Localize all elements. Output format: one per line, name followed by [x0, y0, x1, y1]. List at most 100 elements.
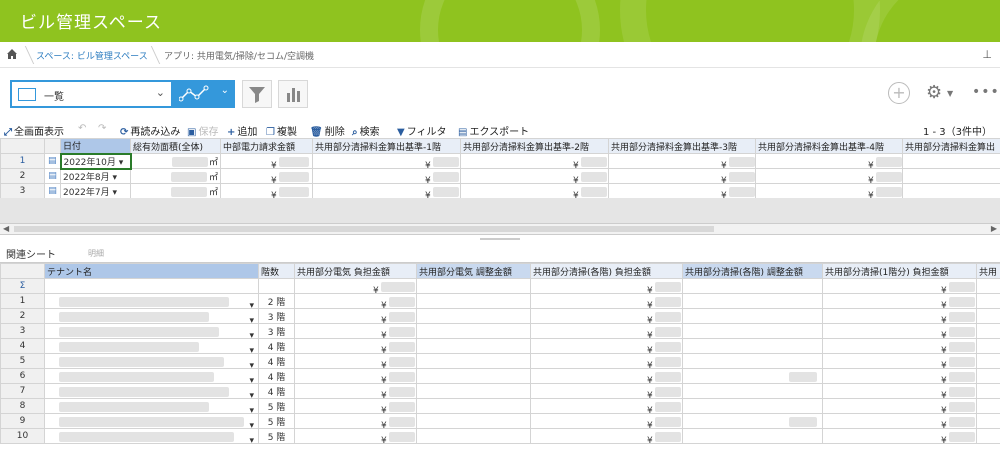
table-row[interactable]: 1 ▤ 2022年10月 ▾ ㎡ ¥ ¥ ¥ ¥ ¥	[0, 152, 1000, 170]
clean-3f-cell[interactable]: ¥	[608, 168, 756, 184]
add-button[interactable]: + 追加	[227, 123, 257, 138]
clean-1f-burden-cell[interactable]: ¥	[822, 308, 977, 324]
col-header-more[interactable]: 共用	[976, 263, 1000, 279]
table-row[interactable]: 1 ▾ 2 階 ¥ ¥ ¥	[0, 293, 1000, 309]
clean-each-burden-cell[interactable]: ¥	[530, 383, 683, 399]
col-header-elec-burden[interactable]: 共用部分電気 負担金額	[294, 263, 417, 279]
tenant-cell[interactable]: ▾	[44, 308, 259, 324]
elec-adjust-cell[interactable]	[416, 353, 531, 369]
area-cell[interactable]: ㎡	[130, 153, 221, 169]
clean-each-burden-cell[interactable]: ¥	[530, 323, 683, 339]
elec-adjust-cell[interactable]	[416, 308, 531, 324]
clean-each-burden-cell[interactable]: ¥	[530, 338, 683, 354]
clean-each-adjust-cell[interactable]	[682, 398, 823, 414]
elec-burden-cell[interactable]: ¥	[294, 353, 417, 369]
date-cell[interactable]: 2022年10月 ▾	[59, 152, 132, 170]
tenant-cell[interactable]: ▾	[44, 353, 259, 369]
filter-button[interactable]	[242, 80, 272, 108]
col-header-clean-each-adjust[interactable]: 共用部分清掃(各階) 調整金額	[682, 263, 823, 279]
table-row[interactable]: 10 ▾ 5 階 ¥ ¥ ¥	[0, 428, 1000, 444]
clean-each-adjust-cell[interactable]	[682, 368, 823, 384]
tenant-cell[interactable]: ▾	[44, 383, 259, 399]
elec-adjust-cell[interactable]	[416, 428, 531, 444]
clean-each-burden-cell[interactable]: ¥	[530, 293, 683, 309]
col-header-electric[interactable]: 中部電力請求金額	[220, 138, 313, 154]
clean-each-adjust-cell[interactable]	[682, 293, 823, 309]
elec-burden-cell[interactable]: ¥	[294, 383, 417, 399]
elec-burden-cell[interactable]: ¥	[294, 368, 417, 384]
clean-1f-burden-cell[interactable]: ¥	[822, 338, 977, 354]
col-header-clean-3f[interactable]: 共用部分清掃料金算出基準-3階	[608, 138, 756, 154]
undo-icon[interactable]: ↶	[78, 123, 86, 134]
clean-each-adjust-cell[interactable]	[682, 428, 823, 444]
elec-adjust-cell[interactable]	[416, 338, 531, 354]
search-button[interactable]: ⌕ 検索	[352, 123, 380, 138]
record-icon[interactable]: ▤	[44, 168, 61, 184]
col-header-floor[interactable]: 階数	[258, 263, 295, 279]
clean-each-burden-cell[interactable]: ¥	[530, 353, 683, 369]
date-cell[interactable]: 2022年8月 ▾	[60, 168, 131, 184]
col-header-clean-each-burden[interactable]: 共用部分清掃(各階) 負担金額	[530, 263, 683, 279]
clean-1f-cell[interactable]: ¥	[312, 153, 461, 169]
floor-cell[interactable]: 4 階	[258, 353, 295, 369]
elec-adjust-cell[interactable]	[416, 368, 531, 384]
floor-cell[interactable]: 3 階	[258, 323, 295, 339]
elec-burden-cell[interactable]: ¥	[294, 323, 417, 339]
floor-cell[interactable]: 5 階	[258, 398, 295, 414]
clean-3f-cell[interactable]: ¥	[608, 153, 756, 169]
clean-1f-burden-cell[interactable]: ¥	[822, 353, 977, 369]
floor-cell[interactable]: 4 階	[258, 338, 295, 354]
clean-more-cell[interactable]	[902, 183, 1000, 199]
clean-1f-burden-cell[interactable]: ¥	[822, 428, 977, 444]
record-icon[interactable]: ▤	[44, 183, 61, 199]
elec-burden-cell[interactable]: ¥	[294, 413, 417, 429]
tenant-cell[interactable]: ▾	[44, 428, 259, 444]
clean-1f-burden-cell[interactable]: ¥	[822, 293, 977, 309]
clean-4f-cell[interactable]: ¥	[755, 183, 903, 199]
clean-each-adjust-cell[interactable]	[682, 323, 823, 339]
export-button[interactable]: ▤ エクスポート	[458, 123, 529, 138]
col-header-area[interactable]: 総有効面積(全体)	[130, 138, 221, 154]
elec-adjust-cell[interactable]	[416, 398, 531, 414]
col-header-clean-more[interactable]: 共用部分清掃料金算出	[902, 138, 1000, 154]
clean-4f-cell[interactable]: ¥	[755, 168, 903, 184]
fullscreen-button[interactable]: ⤢ 全画面表示	[4, 123, 64, 138]
tenant-cell[interactable]: ▾	[44, 368, 259, 384]
clean-2f-cell[interactable]: ¥	[460, 183, 609, 199]
elec-burden-cell[interactable]: ¥	[294, 308, 417, 324]
clean-2f-cell[interactable]: ¥	[460, 168, 609, 184]
clean-1f-cell[interactable]: ¥	[312, 183, 461, 199]
table-row[interactable]: 3 ▾ 3 階 ¥ ¥ ¥	[0, 323, 1000, 339]
reload-button[interactable]: ⟳ 再読み込み	[120, 123, 180, 138]
clean-1f-burden-cell[interactable]: ¥	[822, 368, 977, 384]
table-row[interactable]: 7 ▾ 4 階 ¥ ¥ ¥	[0, 383, 1000, 399]
clean-each-burden-cell[interactable]: ¥	[530, 413, 683, 429]
col-header-clean-2f[interactable]: 共用部分清掃料金算出基準-2階	[460, 138, 609, 154]
pin-icon[interactable]: ⊥	[982, 48, 992, 61]
col-header-clean-4f[interactable]: 共用部分清掃料金算出基準-4階	[755, 138, 903, 154]
clean-each-burden-cell[interactable]: ¥	[530, 398, 683, 414]
elec-burden-cell[interactable]: ¥	[294, 398, 417, 414]
pane-splitter[interactable]	[0, 235, 1000, 243]
floor-cell[interactable]: 4 階	[258, 368, 295, 384]
scroll-left-icon[interactable]: ◀	[3, 224, 9, 233]
tenant-cell[interactable]: ▾	[44, 413, 259, 429]
view-select[interactable]: 一覧 ⌄	[10, 80, 173, 108]
clean-each-adjust-cell[interactable]	[682, 413, 823, 429]
clean-3f-cell[interactable]: ¥	[608, 183, 756, 199]
elec-adjust-cell[interactable]	[416, 413, 531, 429]
floor-cell[interactable]: 2 階	[258, 293, 295, 309]
clean-4f-cell[interactable]: ¥	[755, 153, 903, 169]
floor-cell[interactable]: 5 階	[258, 413, 295, 429]
tenant-cell[interactable]: ▾	[44, 338, 259, 354]
chart-button[interactable]	[278, 80, 308, 108]
elec-burden-cell[interactable]: ¥	[294, 338, 417, 354]
col-header-clean-1f[interactable]: 共用部分清掃料金算出基準-1階	[312, 138, 461, 154]
save-button[interactable]: ▣ 保存	[187, 123, 218, 138]
table-row[interactable]: 8 ▾ 5 階 ¥ ¥ ¥	[0, 398, 1000, 414]
table-row[interactable]: 2 ▤ 2022年8月 ▾ ㎡ ¥ ¥ ¥ ¥ ¥	[0, 168, 1000, 184]
elec-adjust-cell[interactable]	[416, 293, 531, 309]
clean-more-cell[interactable]	[902, 153, 1000, 169]
add-record-button[interactable]: +	[888, 82, 910, 104]
clean-each-adjust-cell[interactable]	[682, 383, 823, 399]
